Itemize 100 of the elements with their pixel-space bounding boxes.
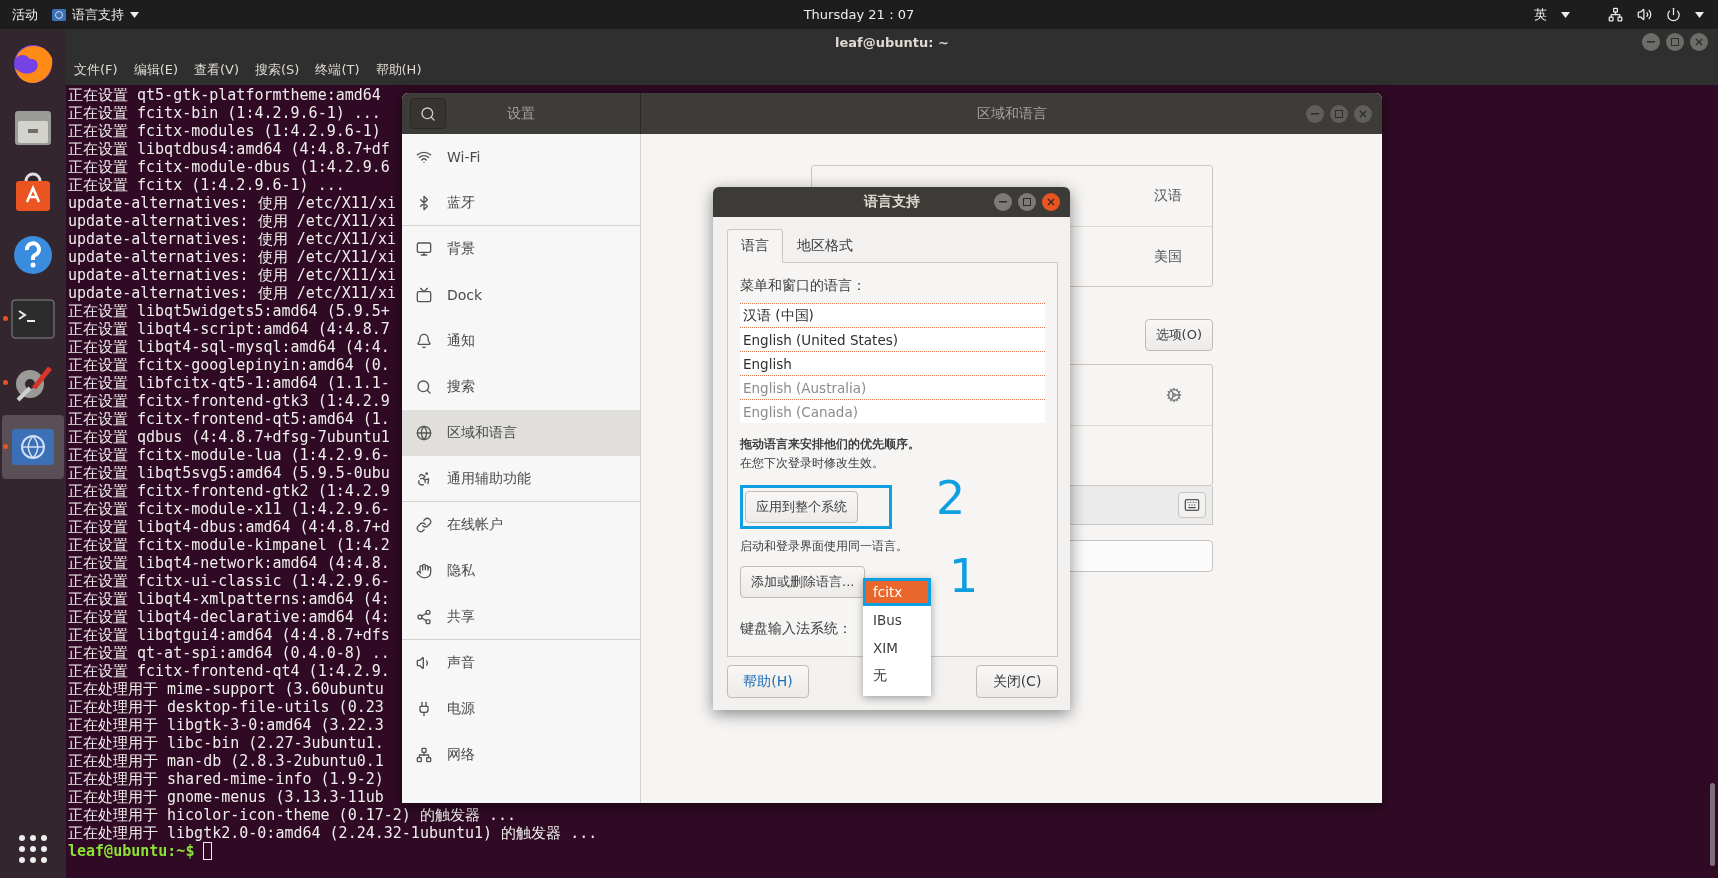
add-remove-languages-button[interactable]: 添加或删除语言... <box>740 566 866 598</box>
sidebar-item[interactable]: 网络 <box>402 732 640 778</box>
keyboard-icon <box>1184 497 1200 513</box>
terminal-line: 正在设置 fcitx-frontend-qt4 (1:4.2.9. <box>68 662 390 680</box>
maximize-button[interactable] <box>1666 33 1684 51</box>
menu-item[interactable]: 搜索(S) <box>253 59 302 81</box>
link-icon <box>416 516 432 533</box>
minimize-icon <box>1311 112 1319 115</box>
help-button[interactable]: 帮助(H) <box>727 665 809 698</box>
menu-option[interactable]: XIM <box>863 634 931 662</box>
terminal-line: 正在处理用于 libgtk2.0-0:amd64 (2.24.32-1ubuntu1) 的触发器 ... <box>68 824 598 842</box>
setting-value[interactable]: 汉语 <box>1154 187 1182 205</box>
shell-prompt: leaf@ubuntu:~$ <box>68 842 195 860</box>
maximize-icon <box>1335 109 1343 118</box>
apply-system-wide-button[interactable]: 应用到整个系统 <box>745 491 858 523</box>
text-cursor <box>203 842 213 860</box>
list-label: 菜单和窗口的语言： <box>740 277 866 295</box>
network-icon[interactable] <box>1608 7 1623 22</box>
minimize-icon <box>999 201 1007 203</box>
menu-item[interactable]: 文件(F) <box>72 59 120 81</box>
language-item[interactable]: English (Australia) <box>740 375 1045 399</box>
input-method-indicator[interactable]: 英 <box>1534 5 1547 24</box>
menu-item[interactable]: 编辑(E) <box>131 59 180 81</box>
sidebar-item[interactable]: 通知 <box>402 318 640 364</box>
sidebar-item[interactable]: 背景 <box>402 226 640 272</box>
language-item[interactable]: English (Canada) <box>740 399 1045 423</box>
tab[interactable]: 语言 <box>727 229 783 263</box>
terminal-icon[interactable] <box>11 299 55 339</box>
terminal-line: 正在设置 libqt4-xmlpatterns:amd64 (4: <box>68 590 390 608</box>
sidebar-item[interactable]: 通用辅助功能 <box>402 456 640 502</box>
app-grid-icon[interactable] <box>18 834 48 864</box>
sidebar-item[interactable]: 蓝牙 <box>402 180 640 226</box>
maximize-icon <box>1671 38 1679 46</box>
caret-icon <box>1695 11 1704 18</box>
terminal-line: 正在处理用于 mime-support (3.60ubuntu <box>68 680 384 698</box>
sidebar-item[interactable]: 区域和语言 <box>402 410 640 456</box>
input-method-label: 键盘输入法系统： <box>740 620 852 638</box>
terminal-line: 正在设置 fcitx-ui-classic (1:4.2.9.6- <box>68 572 390 590</box>
keyboard-button[interactable] <box>1178 492 1206 518</box>
terminal-line: 正在设置 libqtgui4:amd64 (4:4.8.7+dfs <box>68 626 390 644</box>
sidebar-item[interactable]: 搜索 <box>402 364 640 410</box>
globe-flag-icon[interactable] <box>10 427 56 467</box>
scrollbar-thumb[interactable] <box>1710 783 1715 866</box>
menu-option[interactable]: 无 <box>863 662 931 690</box>
sidebar-item[interactable]: 共享 <box>402 594 640 640</box>
setting-value[interactable]: 美国 <box>1154 247 1182 266</box>
language-item[interactable]: English <box>740 351 1045 375</box>
power-icon[interactable] <box>1666 7 1681 22</box>
network-icon <box>416 746 432 763</box>
help-icon[interactable] <box>11 233 55 277</box>
terminal-line: 正在设置 fcitx-frontend-gtk3 (1:4.2.9 <box>68 392 390 410</box>
minimize-button[interactable] <box>994 193 1012 211</box>
volume-icon[interactable] <box>1637 7 1652 22</box>
menu-item[interactable]: 帮助(H) <box>373 59 424 81</box>
terminal-line: 正在设置 fcitx-module-lua (1:4.2.9.6- <box>68 446 390 464</box>
close-button[interactable]: 关闭(C) <box>976 665 1058 698</box>
terminal-line: 正在设置 fcitx-module-x11 (1:4.2.9.6- <box>68 500 390 518</box>
annotation-number: 2 <box>936 475 966 521</box>
sidebar-item[interactable]: 电源 <box>402 686 640 732</box>
sidebar-item[interactable]: 声音 <box>402 640 640 686</box>
search-button[interactable] <box>410 98 446 129</box>
language-item[interactable]: 汉语 (中国) <box>740 303 1045 327</box>
caret-icon <box>130 11 139 18</box>
terminal-line: 正在处理用于 gnome-menus (3.13.3-11ub <box>68 788 384 806</box>
close-icon <box>1359 109 1367 118</box>
sidebar-item[interactable]: 在线帐户 <box>402 502 640 548</box>
accessibility-icon <box>416 470 432 487</box>
menu-item[interactable]: 查看(V) <box>192 59 242 81</box>
close-button[interactable] <box>1042 193 1060 211</box>
terminal-line: 正在设置 fcitx (1:4.2.9.6-1) ... <box>68 176 345 194</box>
sidebar-title: 设置 <box>507 104 535 123</box>
gear-icon[interactable] <box>1166 387 1182 403</box>
terminal-line: 正在设置 libqt4-script:amd64 (4:4.8.7 <box>68 320 390 338</box>
terminal-line: 正在设置 fcitx-module-dbus (1:4.2.9.6 <box>68 158 390 176</box>
language-item[interactable]: English (United States) <box>740 327 1045 351</box>
terminal-line: 正在处理用于 desktop-file-utils (0.23 <box>68 698 384 716</box>
caret-icon <box>1561 11 1570 18</box>
close-icon <box>1695 38 1703 46</box>
app-menu[interactable]: 语言支持 <box>72 5 124 24</box>
window-title: 区域和语言 <box>976 104 1047 123</box>
sidebar-item[interactable]: Wi-Fi <box>402 134 640 180</box>
menu-item[interactable]: 终端(T) <box>313 59 362 81</box>
sidebar-item[interactable]: Dock <box>402 272 640 318</box>
sidebar-item[interactable]: 隐私 <box>402 548 640 594</box>
close-button[interactable] <box>1690 33 1708 51</box>
terminal-line: 正在设置 fcitx-module-kimpanel (1:4.2 <box>68 536 390 554</box>
terminal-line: 正在处理用于 libc-bin (2.27-3ubuntu1. <box>68 734 384 752</box>
minimize-button[interactable] <box>1642 33 1660 51</box>
options-button[interactable]: 选项(O) <box>1144 319 1213 351</box>
plug-icon <box>416 700 432 717</box>
menu-option[interactable]: IBus <box>863 606 931 634</box>
tab[interactable]: 地区格式 <box>783 229 867 263</box>
terminal-line: 正在设置 fcitx-googlepinyin:amd64 (0. <box>68 356 390 374</box>
terminal-line: 正在设置 fcitx-modules (1:4.2.9.6-1) <box>68 122 381 140</box>
maximize-button[interactable] <box>1018 193 1036 211</box>
note-text: 启动和登录界面使用同一语言。 <box>740 539 908 554</box>
terminal-line: 正在设置 qdbus (4:4.8.7+dfsg-7ubuntu1 <box>68 428 390 446</box>
activities-button[interactable]: 活动 <box>12 5 38 24</box>
bell-icon <box>416 332 432 349</box>
clock[interactable]: Thursday 21：07 <box>803 5 915 24</box>
